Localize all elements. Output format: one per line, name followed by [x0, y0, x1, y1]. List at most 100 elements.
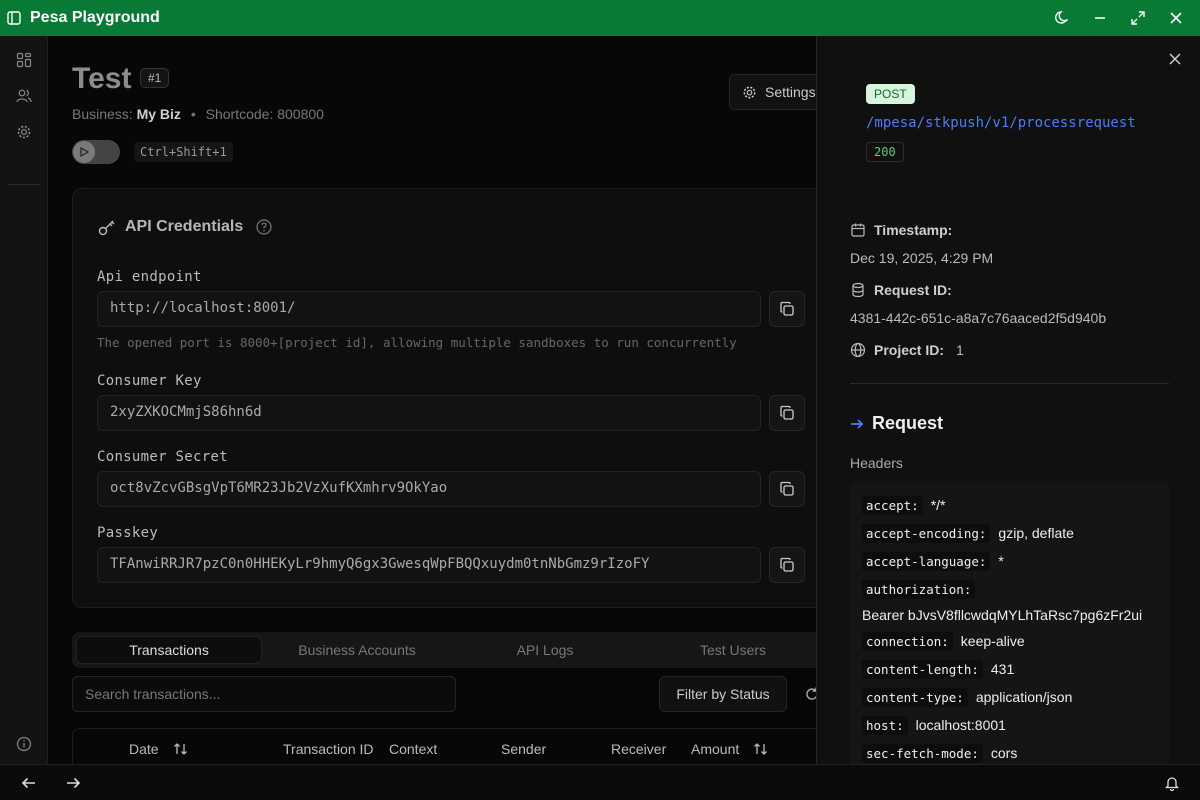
api-endpoint-field[interactable]: http://localhost:8001/ — [97, 291, 761, 327]
timestamp-value: Dec 19, 2025, 4:29 PM — [850, 250, 994, 266]
copy-icon — [780, 405, 794, 420]
close-icon[interactable] — [1168, 52, 1184, 68]
sidebar-toggle-icon[interactable] — [6, 10, 22, 26]
project-id-badge: #1 — [140, 68, 170, 88]
headers-label: Headers — [850, 455, 903, 471]
consumer-secret-label: Consumer Secret — [97, 449, 228, 465]
project-id-label-text: Project ID: — [874, 342, 945, 358]
header-key: connection: — [862, 632, 953, 651]
users-icon[interactable] — [16, 88, 32, 104]
copy-passkey-button[interactable] — [769, 547, 805, 583]
header-value-wrapped: Bearer bJvsV8fllcwdqMYLhTaRsc7pg6zFr2ui — [862, 607, 1143, 623]
sandbox-toggle[interactable] — [72, 140, 120, 164]
column-amount-label: Amount — [691, 741, 740, 757]
forward-arrow-icon[interactable] — [65, 775, 81, 791]
database-icon — [852, 282, 864, 298]
request-id-label: Request ID: — [850, 282, 952, 298]
column-amount[interactable]: Amount — [691, 741, 769, 757]
tab-business-accounts[interactable]: Business Accounts — [264, 636, 450, 664]
passkey-field[interactable]: TFAnwiRRJR7pzC0n0HHEKyLr9hmyQ6gx3GwesqWp… — [97, 547, 761, 583]
business-label: Business: — [72, 106, 133, 122]
headers-list: accept: */* accept-encoding: gzip, deflate… — [850, 481, 1169, 764]
sort-icon — [173, 743, 187, 755]
back-arrow-icon[interactable] — [21, 775, 37, 791]
request-id-value: 4381-442c-651c-a8a7c76aaced2f5d940b — [850, 310, 1107, 326]
play-icon — [73, 141, 95, 163]
app-title: Pesa Playground — [30, 9, 160, 26]
timestamp-label-text: Timestamp: — [874, 222, 953, 238]
header-row: host: localhost:8001 — [862, 716, 1006, 735]
header-row: sec-fetch-mode: cors — [862, 744, 1017, 763]
header-key: content-length: — [862, 660, 983, 679]
request-section-title: Request — [850, 413, 943, 434]
shortcut-hint: Ctrl+Shift+1 — [134, 142, 233, 162]
header-key: host: — [862, 716, 908, 735]
header-value: */* — [930, 497, 946, 513]
header-key: accept-language: — [862, 552, 991, 571]
tab-api-logs[interactable]: API Logs — [452, 636, 638, 664]
tab-test-users[interactable]: Test Users — [640, 636, 816, 664]
header-row: content-type: application/json — [862, 688, 1073, 707]
tab-transactions[interactable]: Transactions — [76, 636, 262, 664]
sort-icon — [754, 743, 768, 755]
request-title-text: Request — [872, 413, 944, 433]
project-id-label: Project ID: 1 — [850, 342, 964, 358]
page-title: Test — [72, 62, 132, 95]
copy-endpoint-button[interactable] — [769, 291, 805, 327]
header-key: content-type: — [862, 688, 968, 707]
title-bar: Pesa Playground — [0, 0, 1200, 36]
copy-consumer-key-button[interactable] — [769, 395, 805, 431]
header-key: authorization: — [862, 580, 976, 599]
help-icon[interactable] — [255, 218, 273, 236]
method-badge: POST — [866, 84, 915, 104]
close-icon[interactable] — [1168, 10, 1184, 26]
header-key: accept: — [862, 496, 923, 515]
key-icon — [98, 220, 115, 236]
column-date[interactable]: Date — [129, 741, 189, 757]
info-icon[interactable] — [16, 736, 32, 752]
business-info: Business: My Biz • Shortcode: 800800 — [72, 106, 324, 122]
globe-icon — [850, 342, 866, 358]
copy-consumer-secret-button[interactable] — [769, 471, 805, 507]
rail-divider — [8, 184, 40, 185]
header-row: authorization: — [862, 580, 983, 599]
header-value: gzip, deflate — [998, 525, 1074, 541]
header-value: localhost:8001 — [915, 717, 1006, 733]
gear-icon[interactable] — [16, 124, 32, 140]
consumer-secret-field[interactable]: oct8vZcvGBsgVpT6MR23Jb2VzXufKXmhrv9OkYao — [97, 471, 761, 507]
header-value: keep-alive — [960, 633, 1025, 649]
settings-button[interactable]: Settings — [729, 74, 816, 110]
shortcode-text: Shortcode: 800800 — [205, 106, 324, 122]
header-key: accept-encoding: — [862, 524, 991, 543]
consumer-key-label: Consumer Key — [97, 373, 202, 389]
filter-status-button[interactable]: Filter by Status — [659, 676, 787, 712]
timestamp-label: Timestamp: — [850, 222, 952, 238]
refresh-icon[interactable] — [804, 686, 816, 702]
header-row: connection: keep-alive — [862, 632, 1025, 651]
header-row: accept-language: * — [862, 552, 1004, 571]
column-context: Context — [389, 741, 438, 757]
main-content: Test #1 Business: My Biz • Shortcode: 80… — [48, 36, 816, 764]
maximize-icon[interactable] — [1130, 10, 1146, 26]
nav-rail — [0, 36, 48, 764]
column-transaction-id: Transaction ID — [283, 741, 374, 757]
minimize-icon[interactable] — [1092, 10, 1108, 26]
search-input[interactable]: Search transactions... — [72, 676, 456, 712]
transactions-table-header: Date Transaction ID Context Sender Recei… — [72, 728, 816, 764]
calendar-icon — [851, 223, 865, 237]
bottom-bar — [0, 764, 1200, 800]
bell-icon[interactable] — [1164, 775, 1180, 792]
copy-icon — [780, 557, 794, 572]
gear-icon — [743, 86, 756, 98]
header-row: content-length: 431 — [862, 660, 1014, 679]
dashboard-icon[interactable] — [16, 52, 32, 68]
consumer-key-field[interactable]: 2xyZXKOCMmjS86hn6d — [97, 395, 761, 431]
drawer-divider — [850, 383, 1169, 384]
copy-icon — [780, 301, 794, 316]
copy-icon — [780, 481, 794, 496]
passkey-label: Passkey — [97, 525, 159, 541]
header-value: application/json — [975, 689, 1073, 705]
header-key: sec-fetch-mode: — [862, 744, 983, 763]
theme-moon-icon[interactable] — [1054, 10, 1070, 26]
endpoint-path: /mpesa/stkpush/v1/processrequest — [866, 115, 1136, 131]
